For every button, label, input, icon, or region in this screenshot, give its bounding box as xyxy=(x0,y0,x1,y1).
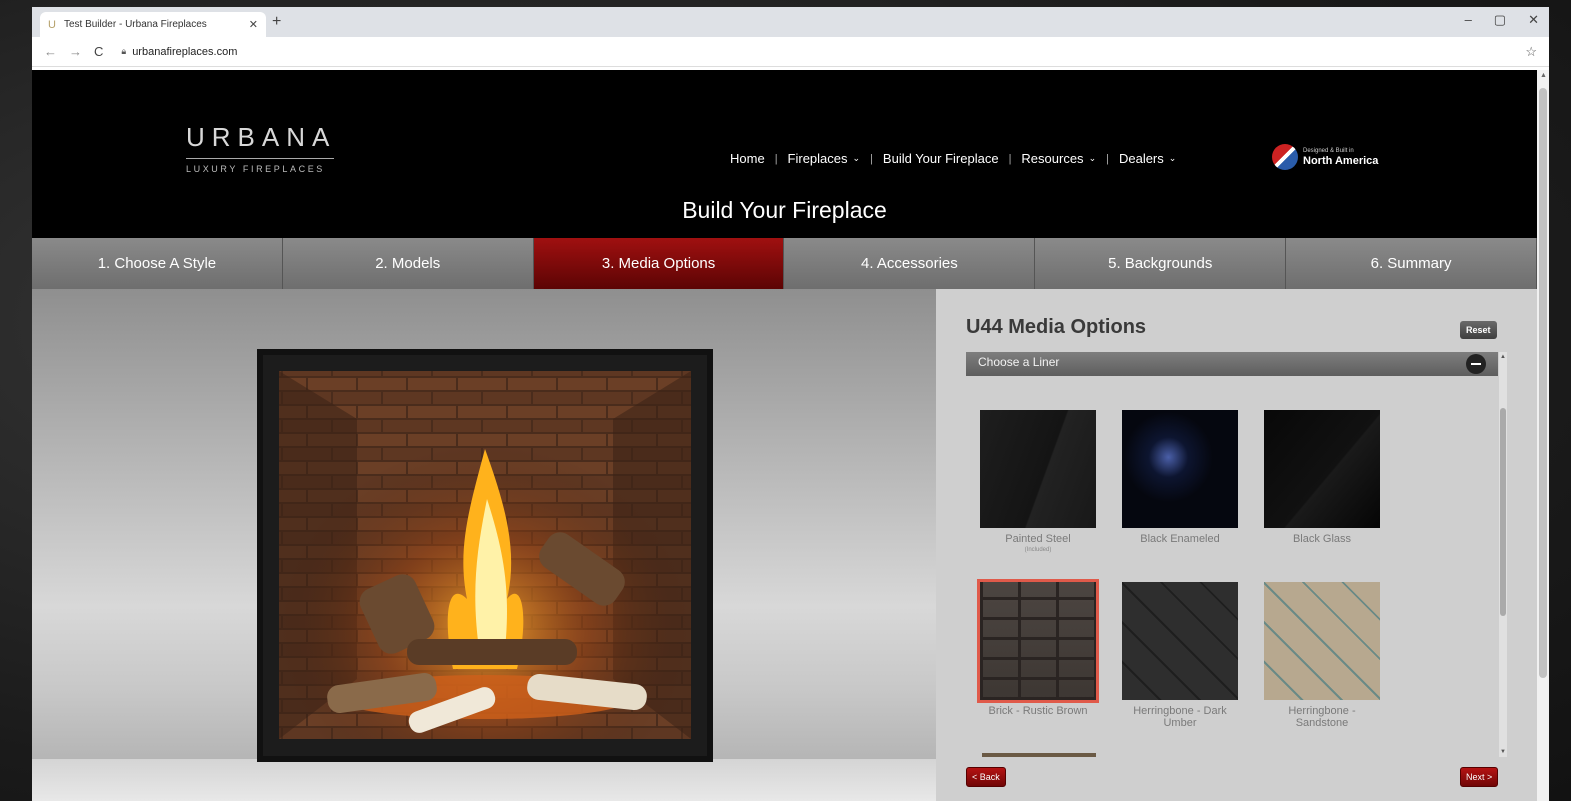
window-controls: – ▢ ✕ xyxy=(1465,12,1539,28)
flag-icon xyxy=(1272,144,1298,170)
minimize-button[interactable]: – xyxy=(1465,12,1472,28)
page-scroll-thumb[interactable] xyxy=(1539,88,1547,678)
reload-icon[interactable]: C xyxy=(94,44,103,59)
swatch-image[interactable] xyxy=(977,579,1099,703)
swatch-label: Painted Steel xyxy=(1005,533,1071,545)
nav-separator: | xyxy=(774,152,778,165)
step-backgrounds[interactable]: 5. Backgrounds xyxy=(1035,238,1287,289)
north-america-badge: Designed & Built in North America xyxy=(1272,144,1378,170)
swatch-label: Herringbone - Dark Umber xyxy=(1133,705,1227,729)
liner-section-header[interactable]: Choose a Liner xyxy=(966,352,1498,376)
chevron-down-icon: ⌄ xyxy=(1168,153,1177,163)
page-scrollbar[interactable]: ▲ xyxy=(1537,70,1549,801)
favicon-icon: U xyxy=(48,18,56,31)
maximize-button[interactable]: ▢ xyxy=(1494,12,1506,28)
url-field[interactable]: urbanafireplaces.com xyxy=(132,46,1525,58)
nav-resources[interactable]: Resources xyxy=(1021,151,1083,166)
new-tab-button[interactable]: + xyxy=(272,13,281,31)
nav-separator: | xyxy=(870,152,873,165)
badge-line2: North America xyxy=(1303,155,1379,167)
step-models[interactable]: 2. Models xyxy=(282,238,534,289)
swatch-image[interactable] xyxy=(1264,410,1380,528)
nav-home[interactable]: Home xyxy=(730,151,765,166)
nav-separator: | xyxy=(1106,152,1109,165)
logo-brand: URBANA xyxy=(186,122,337,152)
swatch-image[interactable] xyxy=(1264,582,1380,700)
main-nav: Home | Fireplaces ⌄ | Build Your Firepla… xyxy=(730,151,1176,166)
media-options-panel: U44 Media Options Reset Choose a Liner ▲… xyxy=(936,289,1537,801)
panel-scroll-thumb[interactable] xyxy=(1500,408,1506,616)
back-arrow-icon[interactable]: ← xyxy=(44,44,57,59)
next-row-swatch-partial xyxy=(982,753,1096,757)
tab-title: Test Builder - Urbana Fireplaces xyxy=(63,19,207,30)
panel-title: U44 Media Options xyxy=(966,316,1147,338)
liner-option-black-glass[interactable]: Black Glass xyxy=(1264,410,1380,545)
nav-fireplaces[interactable]: Fireplaces xyxy=(788,151,848,166)
swatch-label: Herringbone - Sandstone xyxy=(1288,705,1356,729)
back-button[interactable]: < Back xyxy=(966,767,1006,787)
step-media-options[interactable]: 3. Media Options xyxy=(533,238,785,289)
page-title: Build Your Fireplace xyxy=(682,197,887,223)
swatch-label: Black Enameled xyxy=(1140,533,1220,545)
website: URBANA LUXURY FIREPLACES Home | Fireplac… xyxy=(32,70,1537,801)
logo-tagline: LUXURY FIREPLACES xyxy=(186,164,325,174)
badge-line1: Designed & Built in xyxy=(1303,148,1354,154)
step-choose-a-style[interactable]: 1. Choose A Style xyxy=(32,238,283,289)
reset-button[interactable]: Reset xyxy=(1460,321,1497,339)
nav-dealers[interactable]: Dealers xyxy=(1119,151,1164,166)
step-summary[interactable]: 6. Summary xyxy=(1286,238,1537,289)
swatch-label: Brick - Rustic Brown xyxy=(988,705,1088,717)
browser-tab[interactable]: U Test Builder - Urbana Fireplaces ✕ xyxy=(40,12,266,37)
liner-option-herringbone-sandstone[interactable]: Herringbone - Sandstone xyxy=(1264,582,1380,729)
swatch-image[interactable] xyxy=(980,410,1096,528)
forward-arrow-icon[interactable]: → xyxy=(69,44,82,59)
scroll-up-icon[interactable]: ▲ xyxy=(1540,72,1547,79)
logo-divider xyxy=(186,158,334,159)
swatch-note: (Included) xyxy=(1024,547,1052,553)
fireplace-preview xyxy=(32,289,936,801)
chevron-down-icon: ⌄ xyxy=(1088,153,1097,163)
bookmark-star-icon[interactable]: ☆ xyxy=(1525,44,1537,60)
chevron-down-icon: ⌄ xyxy=(852,153,861,163)
swatch-label: Black Glass xyxy=(1292,533,1352,545)
swatch-image[interactable] xyxy=(1122,410,1238,528)
swatch-image[interactable] xyxy=(1122,582,1238,700)
fireplace-image xyxy=(257,349,713,762)
builder-content: U44 Media Options Reset Choose a Liner ▲… xyxy=(32,289,1537,801)
nav-separator: | xyxy=(1008,152,1012,165)
next-button[interactable]: Next > xyxy=(1460,767,1499,787)
liner-option-painted-steel[interactable]: Painted Steel (Included) xyxy=(980,410,1096,553)
liner-option-black-enameled[interactable]: Black Enameled xyxy=(1122,410,1238,545)
panel-scrollbar[interactable]: ▲ ▼ xyxy=(1499,352,1507,757)
liner-option-herringbone-dark-umber[interactable]: Herringbone - Dark Umber xyxy=(1122,582,1238,729)
close-window-button[interactable]: ✕ xyxy=(1528,12,1539,28)
builder-steps: 1. Choose A Style 2. Models 3. Media Opt… xyxy=(32,238,1537,289)
address-bar: ← → C 🔒︎ urbanafireplaces.com ☆ xyxy=(32,37,1549,67)
browser-window: U Test Builder - Urbana Fireplaces ✕ + –… xyxy=(32,7,1549,801)
lock-icon[interactable]: 🔒︎ xyxy=(121,46,126,57)
liner-option-brick-rustic-brown[interactable]: Brick - Rustic Brown xyxy=(977,579,1099,717)
liner-section-label: Choose a Liner xyxy=(978,355,1060,369)
site-logo[interactable]: URBANA LUXURY FIREPLACES xyxy=(186,122,336,174)
collapse-icon[interactable] xyxy=(1466,354,1486,374)
close-tab-icon[interactable]: ✕ xyxy=(249,18,258,31)
tab-strip: U Test Builder - Urbana Fireplaces ✕ + –… xyxy=(32,7,1549,37)
nav-build-your-fireplace[interactable]: Build Your Fireplace xyxy=(883,151,999,166)
scroll-down-icon[interactable]: ▼ xyxy=(1500,749,1506,755)
step-accessories[interactable]: 4. Accessories xyxy=(784,238,1036,289)
preview-floor xyxy=(32,759,936,801)
scroll-up-icon[interactable]: ▲ xyxy=(1500,354,1506,360)
